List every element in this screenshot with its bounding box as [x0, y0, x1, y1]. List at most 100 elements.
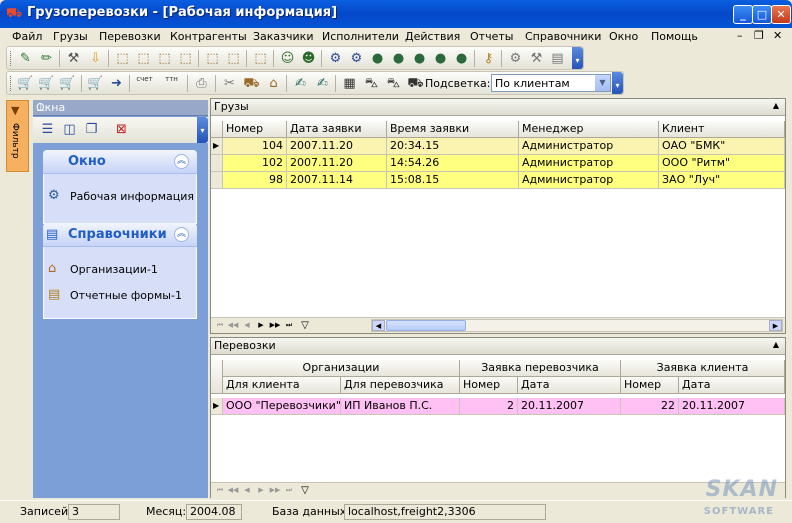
- box-remove-icon[interactable]: ⬚: [252, 50, 269, 67]
- settings-icon[interactable]: ⚙: [507, 50, 524, 67]
- first-record-icon[interactable]: ⏮: [214, 319, 226, 332]
- person-icon[interactable]: ☻: [300, 50, 317, 67]
- table-cell[interactable]: 2007.11.14: [287, 172, 387, 189]
- collapse-icon[interactable]: ︽: [174, 154, 189, 169]
- globe-add-icon[interactable]: ●: [390, 50, 407, 67]
- globe-edit-icon[interactable]: ●: [411, 50, 428, 67]
- next-record-icon[interactable]: ▶: [255, 484, 267, 497]
- loader-icon[interactable]: ⛟: [243, 75, 260, 92]
- mdi-restore-icon[interactable]: ❐: [754, 29, 764, 42]
- globe-icon[interactable]: ●: [369, 50, 386, 67]
- maximize-button[interactable]: □: [752, 5, 772, 24]
- close-all-icon[interactable]: ⊠: [113, 121, 130, 138]
- prev-page-icon[interactable]: ◀◀: [227, 319, 239, 332]
- first-record-icon[interactable]: ⏮: [214, 484, 226, 497]
- menu-reports[interactable]: Отчеты: [470, 30, 513, 43]
- row-indicator-icon[interactable]: ▶: [211, 138, 223, 155]
- table-cell[interactable]: 2007.11.20: [287, 138, 387, 155]
- table-cell[interactable]: ЗАО "Луч": [659, 172, 785, 189]
- tile-horizontal-icon[interactable]: ☰: [39, 121, 56, 138]
- people-icon[interactable]: ☺: [279, 50, 296, 67]
- column-header-request-date[interactable]: Дата заявки: [287, 121, 387, 138]
- table-cell[interactable]: 22: [621, 398, 679, 415]
- box-add-icon[interactable]: ⬚: [114, 50, 131, 67]
- menu-help[interactable]: Помощь: [651, 30, 698, 43]
- cascade-icon[interactable]: ❐: [83, 121, 100, 138]
- menu-cargo[interactable]: Грузы: [53, 30, 88, 43]
- highlight-select[interactable]: По клиентам ▼: [491, 74, 611, 92]
- scroll-left-icon[interactable]: ◀: [372, 320, 385, 331]
- column-header-carrier-number[interactable]: Номер: [460, 377, 518, 394]
- next-record-icon[interactable]: ▶: [255, 319, 267, 332]
- import-icon[interactable]: ⇩: [87, 50, 104, 67]
- box-icon[interactable]: ⬚: [156, 50, 173, 67]
- sidebar-item-report-forms[interactable]: ▤ Отчетные формы-1: [48, 287, 194, 305]
- menu-contractors[interactable]: Контрагенты: [170, 30, 247, 43]
- prev-page-icon[interactable]: ◀◀: [227, 484, 239, 497]
- table-cell[interactable]: ООО "Ритм": [659, 155, 785, 172]
- table-cell[interactable]: 98: [223, 172, 287, 189]
- scissors-icon[interactable]: ✂: [221, 75, 238, 92]
- truck-icon[interactable]: ⛟: [407, 75, 424, 92]
- warehouse-icon[interactable]: ⌂: [265, 75, 282, 92]
- table-cell[interactable]: 2: [460, 398, 518, 415]
- globe-remove-icon[interactable]: ●: [432, 50, 449, 67]
- band-header-client-request[interactable]: Заявка клиента: [621, 360, 785, 377]
- row-selector[interactable]: [211, 155, 223, 172]
- cart-add-icon[interactable]: 🛒: [17, 75, 34, 92]
- waybill-button[interactable]: ттн: [163, 75, 180, 92]
- car-add-icon[interactable]: ⛍: [385, 75, 402, 92]
- column-header-manager[interactable]: Менеджер: [519, 121, 659, 138]
- toolbar-options-icon[interactable]: ▾: [572, 47, 583, 69]
- document-icon[interactable]: ▤: [549, 50, 566, 67]
- column-header-request-time[interactable]: Время заявки: [387, 121, 519, 138]
- row-selector[interactable]: [211, 172, 223, 189]
- column-header-client-number[interactable]: Номер: [621, 377, 679, 394]
- boxes-edit-icon[interactable]: ⬚: [225, 50, 242, 67]
- calendar-icon[interactable]: ▦: [341, 75, 358, 92]
- last-record-icon[interactable]: ⏭: [283, 484, 295, 497]
- menu-actions[interactable]: Действия: [405, 30, 460, 43]
- collapse-up-icon[interactable]: ▲: [773, 101, 779, 110]
- key-icon[interactable]: ⚷: [480, 50, 497, 67]
- table-cell[interactable]: 102: [223, 155, 287, 172]
- band-header-carrier-request[interactable]: Заявка перевозчика: [460, 360, 621, 377]
- group-window-header[interactable]: Окно ︽: [43, 150, 197, 174]
- prev-record-icon[interactable]: ◀: [241, 484, 253, 497]
- forward-icon[interactable]: ➜: [108, 75, 125, 92]
- table-cell[interactable]: ИП Иванов П.С.: [341, 398, 460, 415]
- toolbar-grip[interactable]: [10, 51, 13, 66]
- sidebar-toolbar-options-icon[interactable]: ▾: [197, 117, 208, 143]
- cart-edit-icon[interactable]: 🛒: [38, 75, 55, 92]
- column-header-carrier-date[interactable]: Дата: [518, 377, 621, 394]
- filter-icon[interactable]: ▽: [299, 319, 311, 332]
- mdi-close-icon[interactable]: ✕: [773, 29, 782, 42]
- column-header-for-carrier[interactable]: Для перевозчика: [341, 377, 460, 394]
- open-icon[interactable]: ✎: [17, 50, 34, 67]
- next-page-icon[interactable]: ▶▶: [269, 484, 281, 497]
- mdi-minimize-icon[interactable]: –: [737, 29, 743, 42]
- filter-tab[interactable]: ▼ Фильтр: [6, 100, 29, 172]
- collapse-up-icon[interactable]: ▲: [773, 340, 779, 349]
- row-indicator-icon[interactable]: ▶: [211, 398, 223, 415]
- tools-icon[interactable]: ⚒: [65, 50, 82, 67]
- globe-truck-icon[interactable]: ●: [453, 50, 470, 67]
- table-cell[interactable]: ООО "Перевозчики": [223, 398, 341, 415]
- next-page-icon[interactable]: ▶▶: [269, 319, 281, 332]
- menu-window[interactable]: Окно: [609, 30, 638, 43]
- column-header-number[interactable]: Номер: [223, 121, 287, 138]
- cargo-hscroll[interactable]: ◀ ▶: [371, 319, 783, 332]
- minimize-button[interactable]: _: [733, 5, 753, 24]
- collapse-icon[interactable]: ︽: [174, 227, 189, 242]
- network-icon[interactable]: ⚙: [327, 50, 344, 67]
- box-edit-icon[interactable]: ⬚: [135, 50, 152, 67]
- menu-customers[interactable]: Заказчики: [253, 30, 313, 43]
- box-delete-icon[interactable]: ⬚: [177, 50, 194, 67]
- boxes-icon[interactable]: ⬚: [204, 50, 221, 67]
- menu-executors[interactable]: Исполнители: [322, 30, 399, 43]
- prev-record-icon[interactable]: ◀: [241, 319, 253, 332]
- table-cell[interactable]: 104: [223, 138, 287, 155]
- car-icon[interactable]: ⛍: [363, 75, 380, 92]
- scroll-thumb[interactable]: [386, 320, 466, 331]
- table-cell[interactable]: 2007.11.20: [287, 155, 387, 172]
